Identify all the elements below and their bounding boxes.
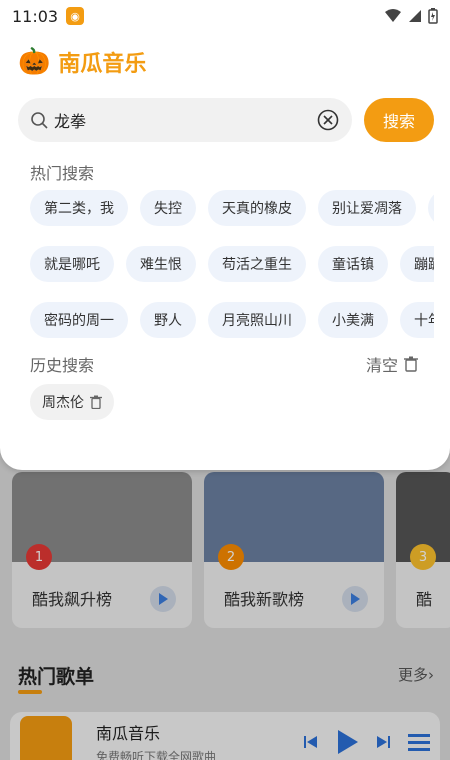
hot-search-chip[interactable]: 别让爱凋落 [318,190,416,226]
trash-icon[interactable] [90,395,102,409]
trash-icon [404,356,418,372]
status-time: 11:03 [12,6,59,26]
hot-search-chip[interactable]: 童话镇 [318,246,388,282]
pumpkin-logo-icon: 🎃 [18,47,51,77]
app-name: 南瓜音乐 [58,52,147,77]
search-icon [31,112,48,129]
hot-search-chip[interactable]: 苟活之重生 [208,246,306,282]
status-bar: 11:03 ◉ [0,0,450,32]
clear-history-label: 清空 [365,356,398,375]
hot-search-chip[interactable]: 失控 [140,190,196,226]
hot-search-chip[interactable]: 难生恨 [126,246,196,282]
hot-search-chip[interactable]: 天真的橡皮 [208,190,306,226]
history-chip-label: 周杰伦 [42,395,84,411]
hot-search-chip[interactable]: 月亮照山川 [208,302,306,338]
hot-search-chip[interactable]: 就是哪吒 [30,246,114,282]
search-input[interactable] [54,110,316,130]
battery-icon [428,8,438,24]
chip-row: 就是哪吒 难生恨 苟活之重生 童话镇 蹦蹦 [30,246,434,282]
status-icons [384,8,438,24]
clear-input-icon[interactable] [316,108,340,132]
hot-search-chip[interactable]: 野人 [140,302,196,338]
signal-icon [409,10,421,22]
hot-search-chip[interactable]: 蹦蹦 [400,246,434,282]
search-box[interactable] [18,98,352,142]
history-chip[interactable]: 周杰伦 [30,384,114,420]
hot-search-chip[interactable]: 第二类，我 [30,190,128,226]
clear-history-button[interactable]: 清空 [366,352,418,376]
chip-row: 密码的周一 野人 月亮照山川 小美满 十年 [30,302,434,338]
hot-search-chips: 第二类，我 失控 天真的橡皮 别让爱凋落 ... 就是哪吒 难生恨 苟活之重生 … [30,190,434,358]
app-brand: 🎃 南瓜音乐 [18,46,146,78]
hot-search-chip[interactable]: 小美满 [318,302,388,338]
hot-search-title: 热门搜索 [30,164,95,183]
chip-row: 第二类，我 失控 天真的橡皮 别让爱凋落 ... [30,190,434,226]
search-button[interactable]: 搜索 [364,98,434,142]
history-title: 历史搜索 [30,356,95,375]
hot-search-chip[interactable]: 密码的周一 [30,302,128,338]
wifi-icon [385,9,401,22]
hot-search-chip[interactable]: 十年 [400,302,434,338]
hot-search-chip[interactable]: ... [428,190,434,226]
search-panel: 🎃 南瓜音乐 搜索 热门搜索 第二类，我 失控 天真的橡皮 别让爱凋落 ... … [0,0,450,470]
notification-app-icon: ◉ [66,7,85,25]
